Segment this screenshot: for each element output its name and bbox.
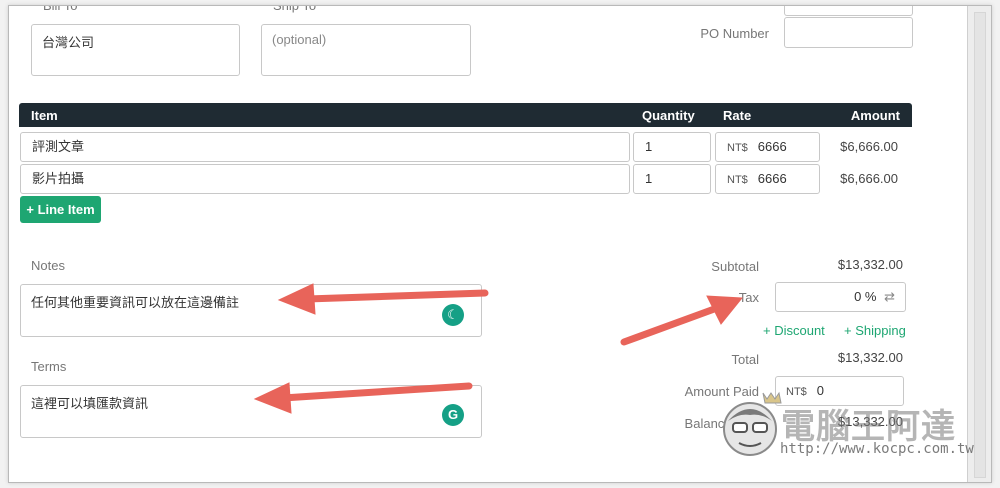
item-rate-input[interactable]: NT$ 6666 bbox=[715, 132, 820, 162]
items-table-header: Item Quantity Rate Amount bbox=[19, 103, 912, 127]
bill-to-label: Bill To bbox=[43, 5, 78, 13]
watermark-logo bbox=[723, 391, 782, 456]
terms-field[interactable]: 這裡可以填匯款資訊 bbox=[20, 385, 482, 438]
notes-label: Notes bbox=[31, 258, 65, 273]
header-item: Item bbox=[31, 108, 58, 123]
scrollbar[interactable] bbox=[967, 6, 991, 482]
header-rate: Rate bbox=[723, 108, 752, 123]
add-discount-link[interactable]: + Discount bbox=[763, 323, 825, 338]
currency-label: NT$ bbox=[727, 174, 748, 186]
tax-label: Tax bbox=[738, 290, 759, 305]
currency-label: NT$ bbox=[727, 142, 748, 154]
item-quantity-input[interactable]: 1 bbox=[633, 164, 711, 194]
total-value: $13,332.00 bbox=[837, 350, 903, 365]
total-label: Total bbox=[731, 352, 759, 367]
subtotal-label: Subtotal bbox=[711, 259, 759, 274]
scrollbar-track[interactable] bbox=[974, 12, 986, 478]
terms-label: Terms bbox=[31, 359, 67, 374]
invoice-form: Bill To 台灣公司 Ship To (optional) PO Numbe… bbox=[8, 5, 992, 483]
notes-field[interactable]: 任何其他重要資訊可以放在這邊備註 bbox=[20, 284, 482, 337]
header-quantity: Quantity bbox=[642, 108, 695, 123]
grammarly-icon[interactable]: ☾ bbox=[442, 304, 464, 326]
header-amount: Amount bbox=[850, 108, 900, 123]
top-cutoff-field[interactable] bbox=[784, 6, 913, 16]
watermark-url: http://www.kocpc.com.tw bbox=[780, 441, 974, 457]
item-quantity-input[interactable]: 1 bbox=[633, 132, 711, 162]
ship-to-field[interactable]: (optional) bbox=[261, 24, 471, 76]
bill-to-value: 台灣公司 bbox=[42, 35, 95, 50]
terms-value: 這裡可以填匯款資訊 bbox=[31, 396, 149, 411]
add-shipping-link[interactable]: + Shipping bbox=[844, 323, 906, 338]
ship-to-placeholder: (optional) bbox=[272, 32, 327, 47]
bill-to-field[interactable]: 台灣公司 bbox=[31, 24, 240, 76]
po-number-label: PO Number bbox=[700, 26, 769, 41]
add-line-item-button[interactable]: + Line Item bbox=[20, 196, 101, 223]
po-number-field[interactable] bbox=[784, 17, 913, 48]
arrow-to-tax bbox=[620, 304, 721, 346]
item-description-input[interactable]: 評測文章 bbox=[20, 132, 630, 162]
item-description-input[interactable]: 影片拍攝 bbox=[20, 164, 630, 194]
ship-to-label: Ship To bbox=[273, 5, 317, 13]
notes-value: 任何其他重要資訊可以放在這邊備註 bbox=[31, 295, 240, 310]
item-rate-input[interactable]: NT$ 6666 bbox=[715, 164, 820, 194]
subtotal-value: $13,332.00 bbox=[837, 257, 903, 272]
tax-input[interactable]: 0 % ⇄ bbox=[775, 282, 906, 312]
item-amount: $6,666.00 bbox=[840, 171, 898, 186]
tax-value: 0 % bbox=[854, 289, 877, 304]
grammarly-icon[interactable]: G bbox=[442, 404, 464, 426]
currency-label: NT$ bbox=[786, 386, 807, 398]
swap-icon[interactable]: ⇄ bbox=[884, 289, 895, 304]
item-amount: $6,666.00 bbox=[840, 139, 898, 154]
